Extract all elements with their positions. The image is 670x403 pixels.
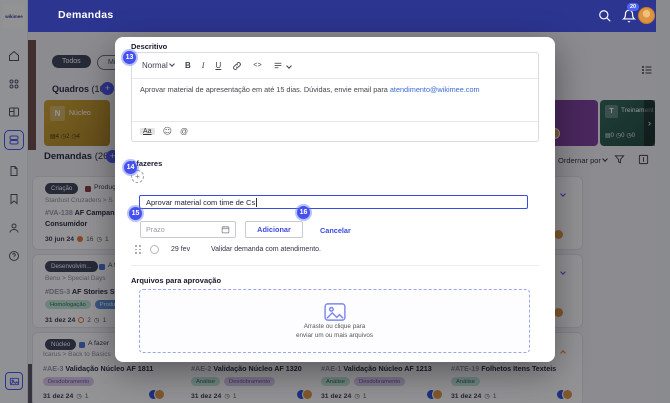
arquivos-label: Arquivos para aprovação bbox=[131, 276, 221, 285]
user-avatar[interactable] bbox=[638, 7, 655, 24]
text-caret bbox=[256, 198, 257, 207]
cancelar-button[interactable]: Cancelar bbox=[320, 226, 351, 235]
topbar: Demandas 20 bbox=[28, 0, 656, 32]
dropzone-text-line2: enviar um ou mais arquivos bbox=[296, 332, 373, 339]
todo-item-row[interactable]: 29 fev Validar demanda com atendimento. bbox=[135, 245, 321, 254]
editor-toolbar: Normal B I U <> bbox=[132, 53, 538, 79]
emoji-button[interactable]: ☺ bbox=[163, 127, 172, 137]
rich-text-editor: Normal B I U <> Aprovar material de apre… bbox=[131, 52, 539, 142]
italic-button[interactable]: I bbox=[202, 61, 205, 70]
code-button[interactable]: <> bbox=[253, 62, 261, 70]
adicionar-button[interactable]: Adicionar bbox=[245, 221, 303, 238]
annotation-badge-16: 16 bbox=[297, 206, 310, 219]
demand-edit-modal: Descritivo Normal B I U <> Aprovar mater… bbox=[115, 37, 555, 362]
calendar-icon bbox=[221, 225, 230, 234]
prazo-date-input[interactable]: Prazo bbox=[140, 221, 236, 238]
list-button[interactable] bbox=[273, 57, 291, 75]
page-title: Demandas bbox=[58, 9, 114, 21]
todo-date: 29 fev bbox=[171, 246, 205, 253]
image-upload-icon bbox=[324, 303, 346, 321]
notification-count-badge: 20 bbox=[627, 3, 639, 11]
file-dropzone[interactable]: Arraste ou clique para enviar um ou mais… bbox=[139, 289, 530, 353]
editor-footer-toolbar: Aa ☺ @ bbox=[132, 121, 538, 141]
format-toggle-button[interactable]: Aa bbox=[140, 128, 155, 135]
todo-text: Validar demanda com atendimento. bbox=[211, 246, 321, 253]
search-icon[interactable] bbox=[598, 9, 612, 23]
bold-button[interactable]: B bbox=[185, 61, 191, 70]
editor-body[interactable]: Aprovar material de apresentação em até … bbox=[132, 79, 538, 121]
chevron-down-icon bbox=[286, 63, 292, 69]
app-screenshot: wikimee Todos Minhas Quadros (10) + N Nú… bbox=[0, 0, 670, 403]
style-select[interactable]: Normal bbox=[142, 61, 174, 70]
notifications-bell-icon[interactable] bbox=[622, 9, 636, 23]
drag-handle-icon[interactable] bbox=[135, 245, 141, 254]
todo-checkbox[interactable] bbox=[150, 245, 159, 254]
dropzone-text-line1: Arraste ou clique para bbox=[304, 323, 366, 330]
annotation-badge-15: 15 bbox=[129, 207, 142, 220]
mention-button[interactable]: @ bbox=[180, 127, 188, 136]
link-button[interactable] bbox=[232, 61, 242, 71]
underline-button[interactable]: U bbox=[215, 61, 221, 70]
annotation-badge-13: 13 bbox=[123, 51, 136, 64]
chevron-down-icon bbox=[169, 61, 175, 67]
email-link[interactable]: atendimento@wikimee.com bbox=[390, 85, 480, 94]
annotation-badge-14: 14 bbox=[124, 161, 137, 174]
new-task-input[interactable]: Aprovar material com time de Cs bbox=[139, 195, 528, 209]
divider bbox=[131, 265, 539, 266]
descritivo-label: Descritivo bbox=[131, 42, 167, 51]
